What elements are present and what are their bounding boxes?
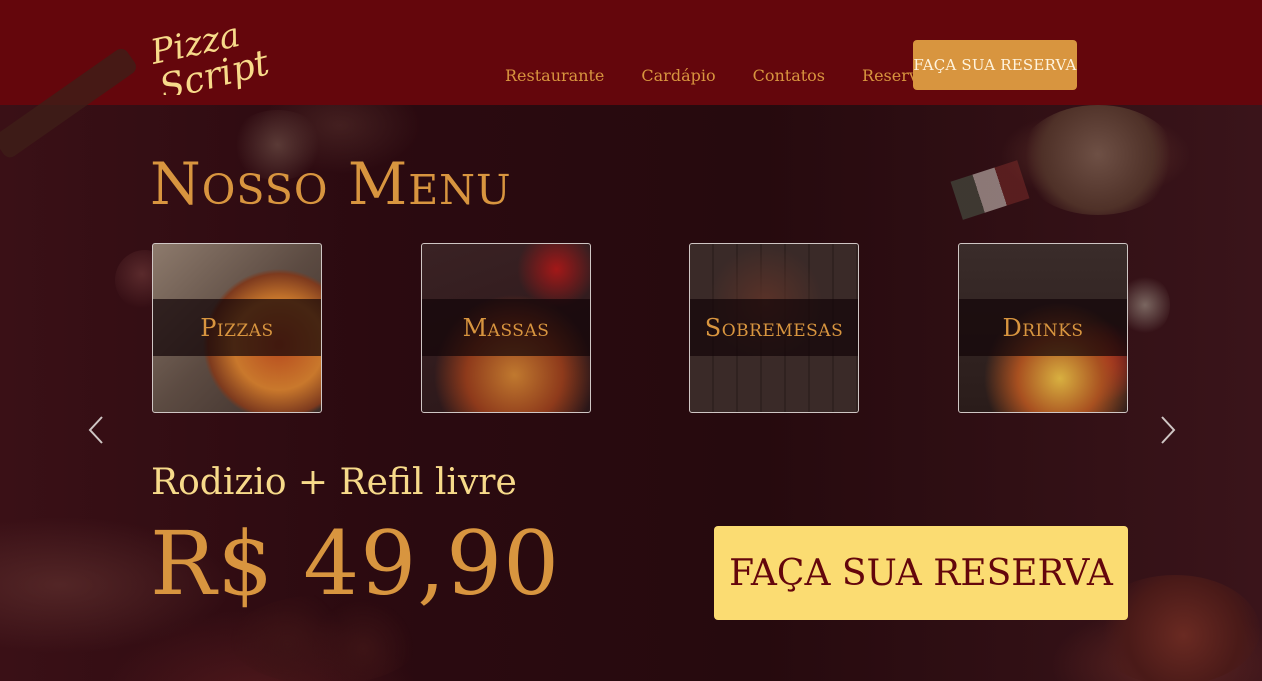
menu-card-pizzas[interactable]: Pizzas bbox=[152, 243, 322, 413]
logo[interactable]: Pizza Script bbox=[146, 10, 310, 109]
main-nav: Restaurante Cardápio Contatos Reservas bbox=[493, 66, 961, 85]
header-reserve-button[interactable]: FAÇA SUA RESERVA bbox=[913, 40, 1077, 90]
menu-card-band: Massas bbox=[422, 299, 590, 356]
price: R$ 49,90 bbox=[150, 512, 561, 615]
reserve-button[interactable]: FAÇA SUA RESERVA bbox=[714, 526, 1128, 620]
menu-card-label: Sobremesas bbox=[704, 313, 844, 342]
menu-card-band: Sobremesas bbox=[690, 299, 858, 356]
chevron-left-icon bbox=[88, 416, 103, 444]
spice-bowl-decoration bbox=[1018, 105, 1178, 215]
menu-card-label: Massas bbox=[462, 313, 550, 342]
menu-carousel: Pizzas Massas Sobremesas Drinks bbox=[152, 243, 1128, 413]
menu-card-sobremesas[interactable]: Sobremesas bbox=[689, 243, 859, 413]
flag-decoration bbox=[950, 160, 1030, 220]
chevron-right-icon bbox=[1161, 416, 1176, 444]
pizza-script-logo: Pizza Script bbox=[146, 15, 273, 109]
page-title: Nosso Menu bbox=[150, 150, 512, 218]
nav-cardapio[interactable]: Cardápio bbox=[629, 66, 715, 85]
menu-card-label: Pizzas bbox=[200, 313, 274, 342]
menu-card-label: Drinks bbox=[1002, 313, 1084, 342]
nav-restaurante[interactable]: Restaurante bbox=[493, 66, 604, 85]
menu-card-massas[interactable]: Massas bbox=[421, 243, 591, 413]
menu-card-band: Pizzas bbox=[153, 299, 321, 356]
carousel-prev-button[interactable] bbox=[88, 415, 104, 445]
site-header: Pizza Script Restaurante Cardápio Contat… bbox=[0, 0, 1262, 109]
menu-card-drinks[interactable]: Drinks bbox=[958, 243, 1128, 413]
carousel-next-button[interactable] bbox=[1160, 415, 1176, 445]
rodizio-text: Rodizio + Refil livre bbox=[151, 462, 517, 503]
nav-contatos[interactable]: Contatos bbox=[741, 66, 825, 85]
menu-card-band: Drinks bbox=[959, 299, 1127, 356]
